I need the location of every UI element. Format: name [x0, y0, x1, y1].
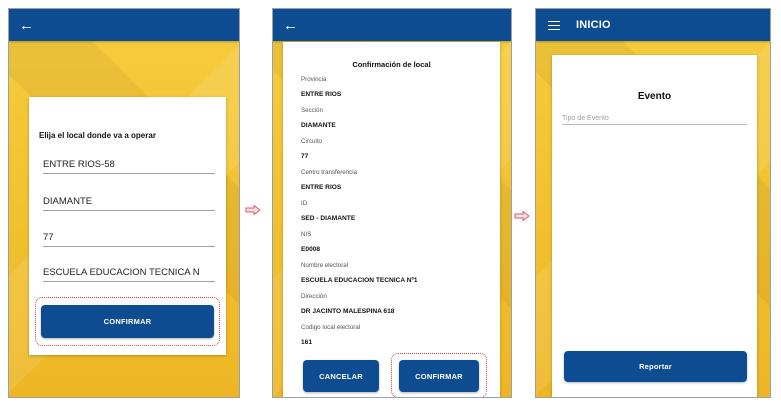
app-bar-title: INICIO	[576, 19, 611, 31]
circuito-value: 77	[301, 153, 309, 160]
app-bar: ←	[273, 9, 511, 41]
seccion-field[interactable]: DIAMANTE	[43, 196, 215, 211]
hamburger-menu-icon[interactable]	[548, 20, 560, 31]
back-arrow-icon[interactable]: ←	[19, 18, 34, 33]
screen-inicio: INICIO Evento Tipo de Evento Reportar	[535, 8, 771, 398]
codigo-local-label: Codigo local electoral	[301, 324, 361, 331]
screen-select-local: ← Elija el local donde va a operar ENTRE…	[8, 8, 240, 398]
confirm-button[interactable]: CONFIRMAR	[41, 305, 214, 338]
back-arrow-icon[interactable]: ←	[283, 18, 298, 33]
provincia-value: ENTRE RIOS	[301, 91, 342, 98]
confirm-local-card: Confirmación de local Provincia ENTRE RI…	[283, 42, 500, 397]
event-card: Evento Tipo de Evento Reportar	[552, 55, 757, 397]
flow-arrow-icon	[514, 211, 530, 221]
nis-value: E0008	[301, 246, 321, 253]
confirm-button[interactable]: CONFIRMAR	[399, 360, 479, 392]
local-field[interactable]: ESCUELA EDUCACION TECNICA N	[43, 267, 215, 282]
id-value: SED - DIAMANTE	[301, 215, 356, 222]
cancel-button[interactable]: CANCELAR	[303, 360, 379, 392]
screen-confirm-local: ← Confirmación de local Provincia ENTRE …	[272, 8, 512, 398]
seccion-value: DIAMANTE	[301, 122, 336, 129]
confirm-local-title: Confirmación de local	[352, 60, 431, 69]
centro-transferencia-label: Centro transferencia	[301, 169, 358, 176]
centro-transferencia-value: ENTRE RIOS	[301, 184, 342, 191]
direccion-label: Dirección	[301, 293, 327, 300]
provincia-field[interactable]: ENTRE RIOS-58	[43, 159, 215, 174]
circuito-field[interactable]: 77	[43, 232, 215, 247]
circuito-label: Circuito	[301, 138, 322, 145]
nombre-electoral-label: Nombre electoral	[301, 262, 349, 269]
nis-label: NIS	[301, 231, 312, 238]
seccion-label: Sección	[301, 107, 324, 114]
app-bar: ←	[9, 9, 239, 41]
direccion-value: DR JACINTO MALESPINA 618	[301, 308, 395, 315]
flow-arrow-icon	[245, 205, 261, 215]
codigo-local-value: 161	[301, 339, 313, 346]
id-label: ID	[301, 200, 308, 207]
event-type-input[interactable]: Tipo de Evento	[562, 115, 747, 125]
report-button[interactable]: Reportar	[564, 351, 747, 382]
select-local-heading: Elija el local donde va a operar	[39, 131, 156, 140]
app-bar: INICIO	[536, 9, 770, 41]
event-card-title: Evento	[637, 91, 672, 102]
nombre-electoral-value: ESCUELA EDUCACION TECNICA Nº1	[301, 277, 418, 284]
select-local-card: Elija el local donde va a operar ENTRE R…	[29, 97, 226, 355]
provincia-label: Provincia	[301, 76, 327, 83]
